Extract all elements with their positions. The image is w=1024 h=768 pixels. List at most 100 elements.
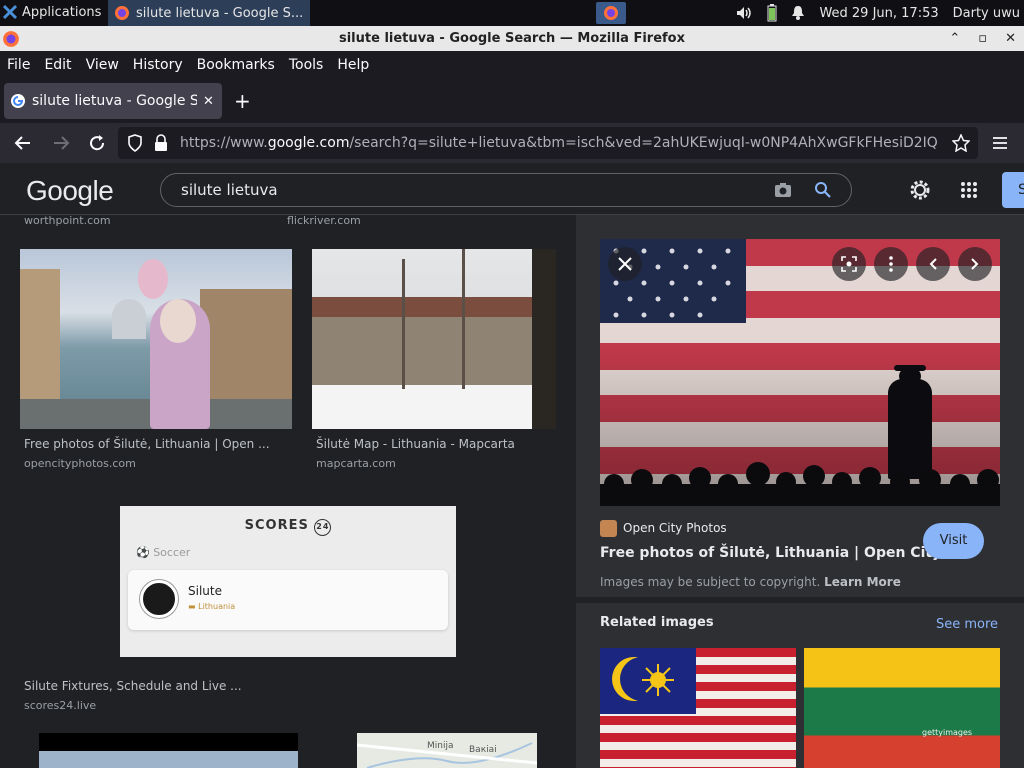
google-logo[interactable]: Google bbox=[26, 175, 114, 207]
notification-bell-icon[interactable] bbox=[791, 5, 805, 21]
taskbar-window-title: silute lietuva - Google S... bbox=[136, 5, 304, 21]
search-input[interactable]: silute lietuva bbox=[160, 173, 852, 207]
result-image-venice[interactable] bbox=[20, 249, 292, 429]
visit-button[interactable]: Visit bbox=[923, 523, 984, 559]
user-name[interactable]: Darty uwu bbox=[953, 6, 1020, 21]
hamburger-menu-icon[interactable] bbox=[992, 136, 1008, 150]
firefox-icon bbox=[3, 31, 19, 47]
scores-sport: Soccer bbox=[153, 546, 191, 559]
learn-more-link[interactable]: Learn More bbox=[824, 575, 901, 589]
result-caption-scores24[interactable]: Silute Fixtures, Schedule and Live ... bbox=[24, 679, 242, 693]
tab-strip: silute lietuva - Google Se ✕ + bbox=[0, 79, 1024, 123]
scores-country: Lithuania bbox=[198, 602, 236, 611]
divider bbox=[576, 597, 1024, 603]
navigation-bar: https://www.google.com/search?q=silute+l… bbox=[0, 123, 1024, 163]
result-source-scores24[interactable]: scores24.live bbox=[24, 699, 96, 712]
menu-history[interactable]: History bbox=[133, 57, 183, 73]
applications-label: Applications bbox=[22, 4, 102, 20]
menu-bookmarks[interactable]: Bookmarks bbox=[197, 57, 275, 73]
menu-bar: File Edit View History Bookmarks Tools H… bbox=[0, 51, 1024, 79]
minimize-button[interactable]: ⌃ bbox=[949, 26, 960, 51]
window-titlebar: silute lietuva - Google Search — Mozilla… bbox=[0, 26, 1024, 51]
related-image-lithuania-flag[interactable]: gettyimages bbox=[804, 648, 1000, 768]
result-caption-map[interactable]: Šilutė Map - Lithuania - Mapcarta bbox=[316, 437, 515, 451]
more-vert-icon bbox=[889, 256, 893, 272]
lens-search-button[interactable] bbox=[832, 247, 866, 281]
result-source-top-1[interactable]: worthpoint.com bbox=[24, 216, 111, 227]
site-name[interactable]: Open City Photos bbox=[623, 521, 727, 535]
scores-brand-num: 24 bbox=[314, 519, 332, 536]
apps-grid-icon[interactable] bbox=[960, 181, 978, 199]
results-grid: worthpoint.com flickriver.com Free photo… bbox=[0, 216, 576, 768]
see-more-link[interactable]: See more bbox=[936, 617, 998, 632]
preview-title[interactable]: Free photos of Šilutė, Lithuania | Open … bbox=[600, 545, 962, 561]
map-label-minija: Minija bbox=[427, 741, 454, 751]
menu-tools[interactable]: Tools bbox=[289, 57, 324, 73]
url-domain: google.com bbox=[267, 135, 350, 151]
more-options-button[interactable] bbox=[874, 247, 908, 281]
result-source-map[interactable]: mapcarta.com bbox=[316, 457, 396, 470]
tab-title: silute lietuva - Google Se bbox=[32, 93, 197, 109]
scores-brand: SCORES bbox=[244, 518, 309, 533]
result-source-venice[interactable]: opencityphotos.com bbox=[24, 457, 136, 470]
menu-edit[interactable]: Edit bbox=[44, 57, 71, 73]
previous-image-button[interactable] bbox=[916, 247, 950, 281]
result-image-partial-map[interactable]: Minija Вакіаі bbox=[357, 733, 537, 768]
sun-icon bbox=[642, 664, 674, 696]
getty-watermark: gettyimages bbox=[922, 728, 973, 737]
scores-team: Silute bbox=[188, 584, 222, 598]
visit-label: Visit bbox=[939, 533, 968, 548]
close-tab-icon[interactable]: ✕ bbox=[203, 94, 214, 109]
menu-help[interactable]: Help bbox=[337, 57, 369, 73]
image-preview-panel: Open City Photos Free photos of Šilutė, … bbox=[576, 215, 1024, 768]
search-icon[interactable] bbox=[814, 181, 831, 198]
map-label-2: Вакіаі bbox=[469, 745, 497, 755]
related-image-malaysia-flag[interactable] bbox=[600, 648, 796, 768]
back-icon[interactable] bbox=[14, 135, 32, 151]
camera-icon[interactable] bbox=[774, 182, 792, 198]
url-path: /search?q=silute+lietuva&tbm=isch&ved=2a… bbox=[349, 135, 938, 151]
close-preview-button[interactable] bbox=[608, 247, 642, 281]
new-tab-button[interactable]: + bbox=[234, 89, 251, 113]
menu-file[interactable]: File bbox=[7, 57, 30, 73]
tab-google-search[interactable]: silute lietuva - Google Se ✕ bbox=[4, 83, 222, 119]
taskbar: Applications silute lietuva - Google S..… bbox=[0, 0, 1024, 26]
tray-firefox-icon[interactable] bbox=[596, 2, 626, 24]
taskbar-window-button[interactable]: silute lietuva - Google S... bbox=[108, 0, 310, 26]
applications-menu[interactable]: Applications bbox=[2, 4, 101, 20]
volume-icon[interactable] bbox=[735, 5, 753, 21]
url-bar[interactable]: https://www.google.com/search?q=silute+l… bbox=[118, 127, 978, 159]
close-icon bbox=[618, 257, 632, 271]
sign-in-button[interactable]: S bbox=[1002, 172, 1024, 208]
lock-icon[interactable] bbox=[153, 134, 169, 152]
search-query: silute lietuva bbox=[181, 181, 278, 199]
reload-icon[interactable] bbox=[88, 134, 106, 152]
preview-image[interactable] bbox=[600, 239, 1000, 506]
sign-in-label: S bbox=[1018, 182, 1024, 198]
clock[interactable]: Wed 29 Jun, 17:53 bbox=[819, 6, 938, 21]
shield-icon[interactable] bbox=[127, 134, 143, 152]
lens-icon bbox=[841, 256, 857, 272]
next-image-button[interactable] bbox=[958, 247, 992, 281]
lithuania-flag-icon: ▬ bbox=[188, 602, 196, 611]
menu-view[interactable]: View bbox=[86, 57, 119, 73]
result-image-partial-dark[interactable] bbox=[39, 733, 298, 768]
result-image-building[interactable] bbox=[312, 249, 556, 429]
result-image-scores24[interactable]: SCORES 24 ⚽ Soccer Silute ▬ Lithuania bbox=[120, 506, 456, 657]
result-source-top-2[interactable]: flickriver.com bbox=[287, 216, 361, 227]
firefox-icon bbox=[115, 6, 129, 20]
google-favicon-icon bbox=[11, 94, 25, 108]
result-caption-venice[interactable]: Free photos of Šilutė, Lithuania | Open … bbox=[24, 437, 270, 451]
forward-icon[interactable] bbox=[52, 135, 70, 151]
soccer-ball-icon: ⚽ bbox=[136, 546, 150, 559]
chevron-left-icon bbox=[929, 258, 937, 270]
bookmark-star-icon[interactable] bbox=[952, 134, 970, 152]
window-title: silute lietuva - Google Search — Mozilla… bbox=[338, 31, 685, 46]
settings-gear-icon[interactable] bbox=[909, 179, 931, 201]
related-images-label: Related images bbox=[600, 615, 714, 630]
google-header: Google silute lietuva S bbox=[0, 163, 1024, 215]
url-prefix: https://www. bbox=[180, 135, 268, 151]
close-window-button[interactable]: ✕ bbox=[1005, 26, 1016, 51]
maximize-button[interactable]: ▫ bbox=[978, 26, 987, 51]
battery-icon[interactable] bbox=[767, 4, 777, 22]
